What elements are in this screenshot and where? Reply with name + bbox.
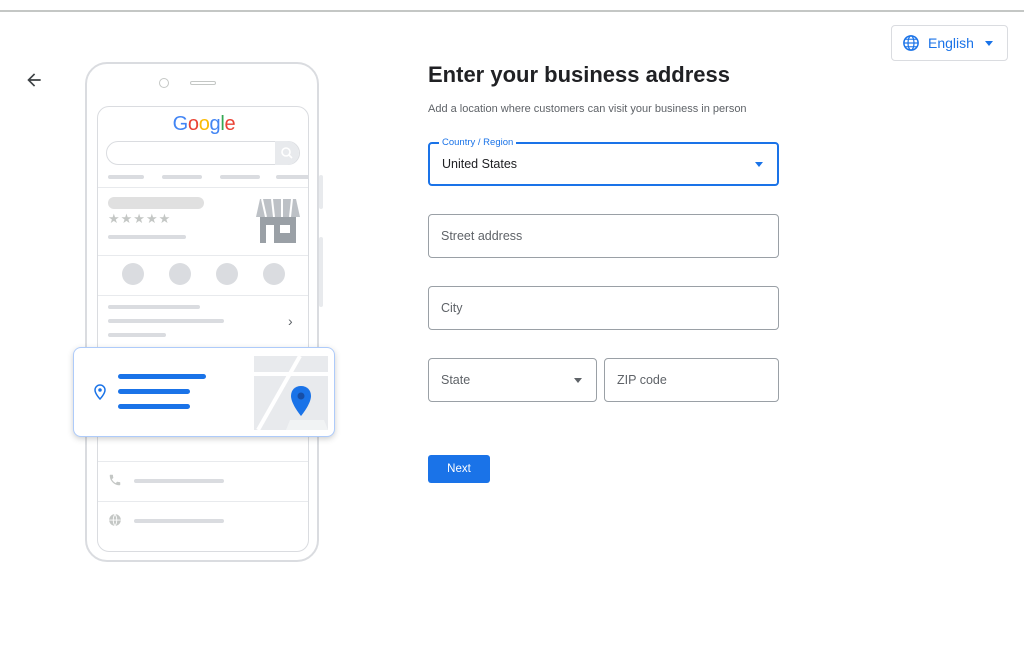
placeholder-line <box>108 175 144 179</box>
placeholder-line <box>134 519 224 523</box>
chevron-down-icon <box>985 41 993 46</box>
map-thumbnail <box>254 355 328 431</box>
divider <box>98 187 308 188</box>
globe-icon <box>109 513 121 527</box>
placeholder-line <box>108 333 166 337</box>
street-address-field[interactable]: Street address <box>428 214 779 258</box>
website-circle-icon <box>263 263 285 285</box>
country-region-select[interactable]: Country / Region United States <box>428 137 779 186</box>
location-card-illustration <box>73 347 335 437</box>
google-logo-letter: o <box>198 113 210 135</box>
browser-top-edge <box>0 0 1024 12</box>
placeholder-line <box>108 319 224 323</box>
chevron-right-icon: › <box>288 313 293 329</box>
phone-illustration: Google ★★★★★ › <box>85 62 319 562</box>
placeholder-line <box>162 175 202 179</box>
chevron-down-icon <box>755 162 763 167</box>
page-subtitle: Add a location where customers can visit… <box>428 103 747 115</box>
globe-icon <box>903 35 919 51</box>
divider <box>98 461 308 462</box>
placeholder-line <box>118 374 206 379</box>
rating-stars: ★★★★★ <box>108 211 172 226</box>
language-selector[interactable]: English <box>891 25 1008 61</box>
divider <box>98 255 308 256</box>
directions-circle-icon <box>169 263 191 285</box>
country-region-value: United States <box>442 157 518 171</box>
google-logo-letter: o <box>187 113 199 135</box>
country-region-label: Country / Region <box>439 137 517 148</box>
placeholder-line <box>118 404 190 409</box>
google-logo-letter: G <box>172 113 189 135</box>
mock-search-bar <box>106 141 300 165</box>
phone-side-button <box>319 237 323 307</box>
page-title: Enter your business address <box>428 62 730 87</box>
zip-code-placeholder: ZIP code <box>617 373 667 387</box>
placeholder-line <box>220 175 260 179</box>
placeholder-line <box>276 175 308 179</box>
divider <box>98 295 308 296</box>
google-logo-letter: g <box>209 113 221 135</box>
next-button[interactable]: Next <box>428 455 490 483</box>
placeholder-line <box>108 235 186 239</box>
location-pin-icon <box>94 384 106 400</box>
divider <box>98 501 308 502</box>
chevron-down-icon <box>574 378 582 383</box>
phone-side-button <box>319 175 323 209</box>
map-icon <box>254 355 328 431</box>
google-logo-letter: e <box>224 113 236 135</box>
search-icon <box>281 147 293 159</box>
street-address-placeholder: Street address <box>441 229 523 243</box>
phone-speaker <box>190 81 216 85</box>
zip-code-field[interactable]: ZIP code <box>604 358 779 402</box>
google-logo: Google <box>98 113 308 136</box>
phone-icon <box>109 474 121 486</box>
save-circle-icon <box>216 263 238 285</box>
phone-circle-icon <box>122 263 144 285</box>
phone-screen: Google ★★★★★ › <box>97 106 309 552</box>
state-select[interactable]: State <box>428 358 597 402</box>
placeholder-line <box>118 389 190 394</box>
language-label: English <box>928 35 974 51</box>
mock-search-button <box>275 141 299 165</box>
placeholder-line <box>108 305 200 309</box>
state-placeholder: State <box>441 373 471 387</box>
city-field[interactable]: City <box>428 286 779 330</box>
back-arrow-icon[interactable] <box>24 70 44 90</box>
placeholder-block <box>108 197 204 209</box>
storefront-icon <box>256 198 300 243</box>
phone-camera <box>159 78 169 88</box>
city-placeholder: City <box>441 301 463 315</box>
placeholder-line <box>134 479 224 483</box>
